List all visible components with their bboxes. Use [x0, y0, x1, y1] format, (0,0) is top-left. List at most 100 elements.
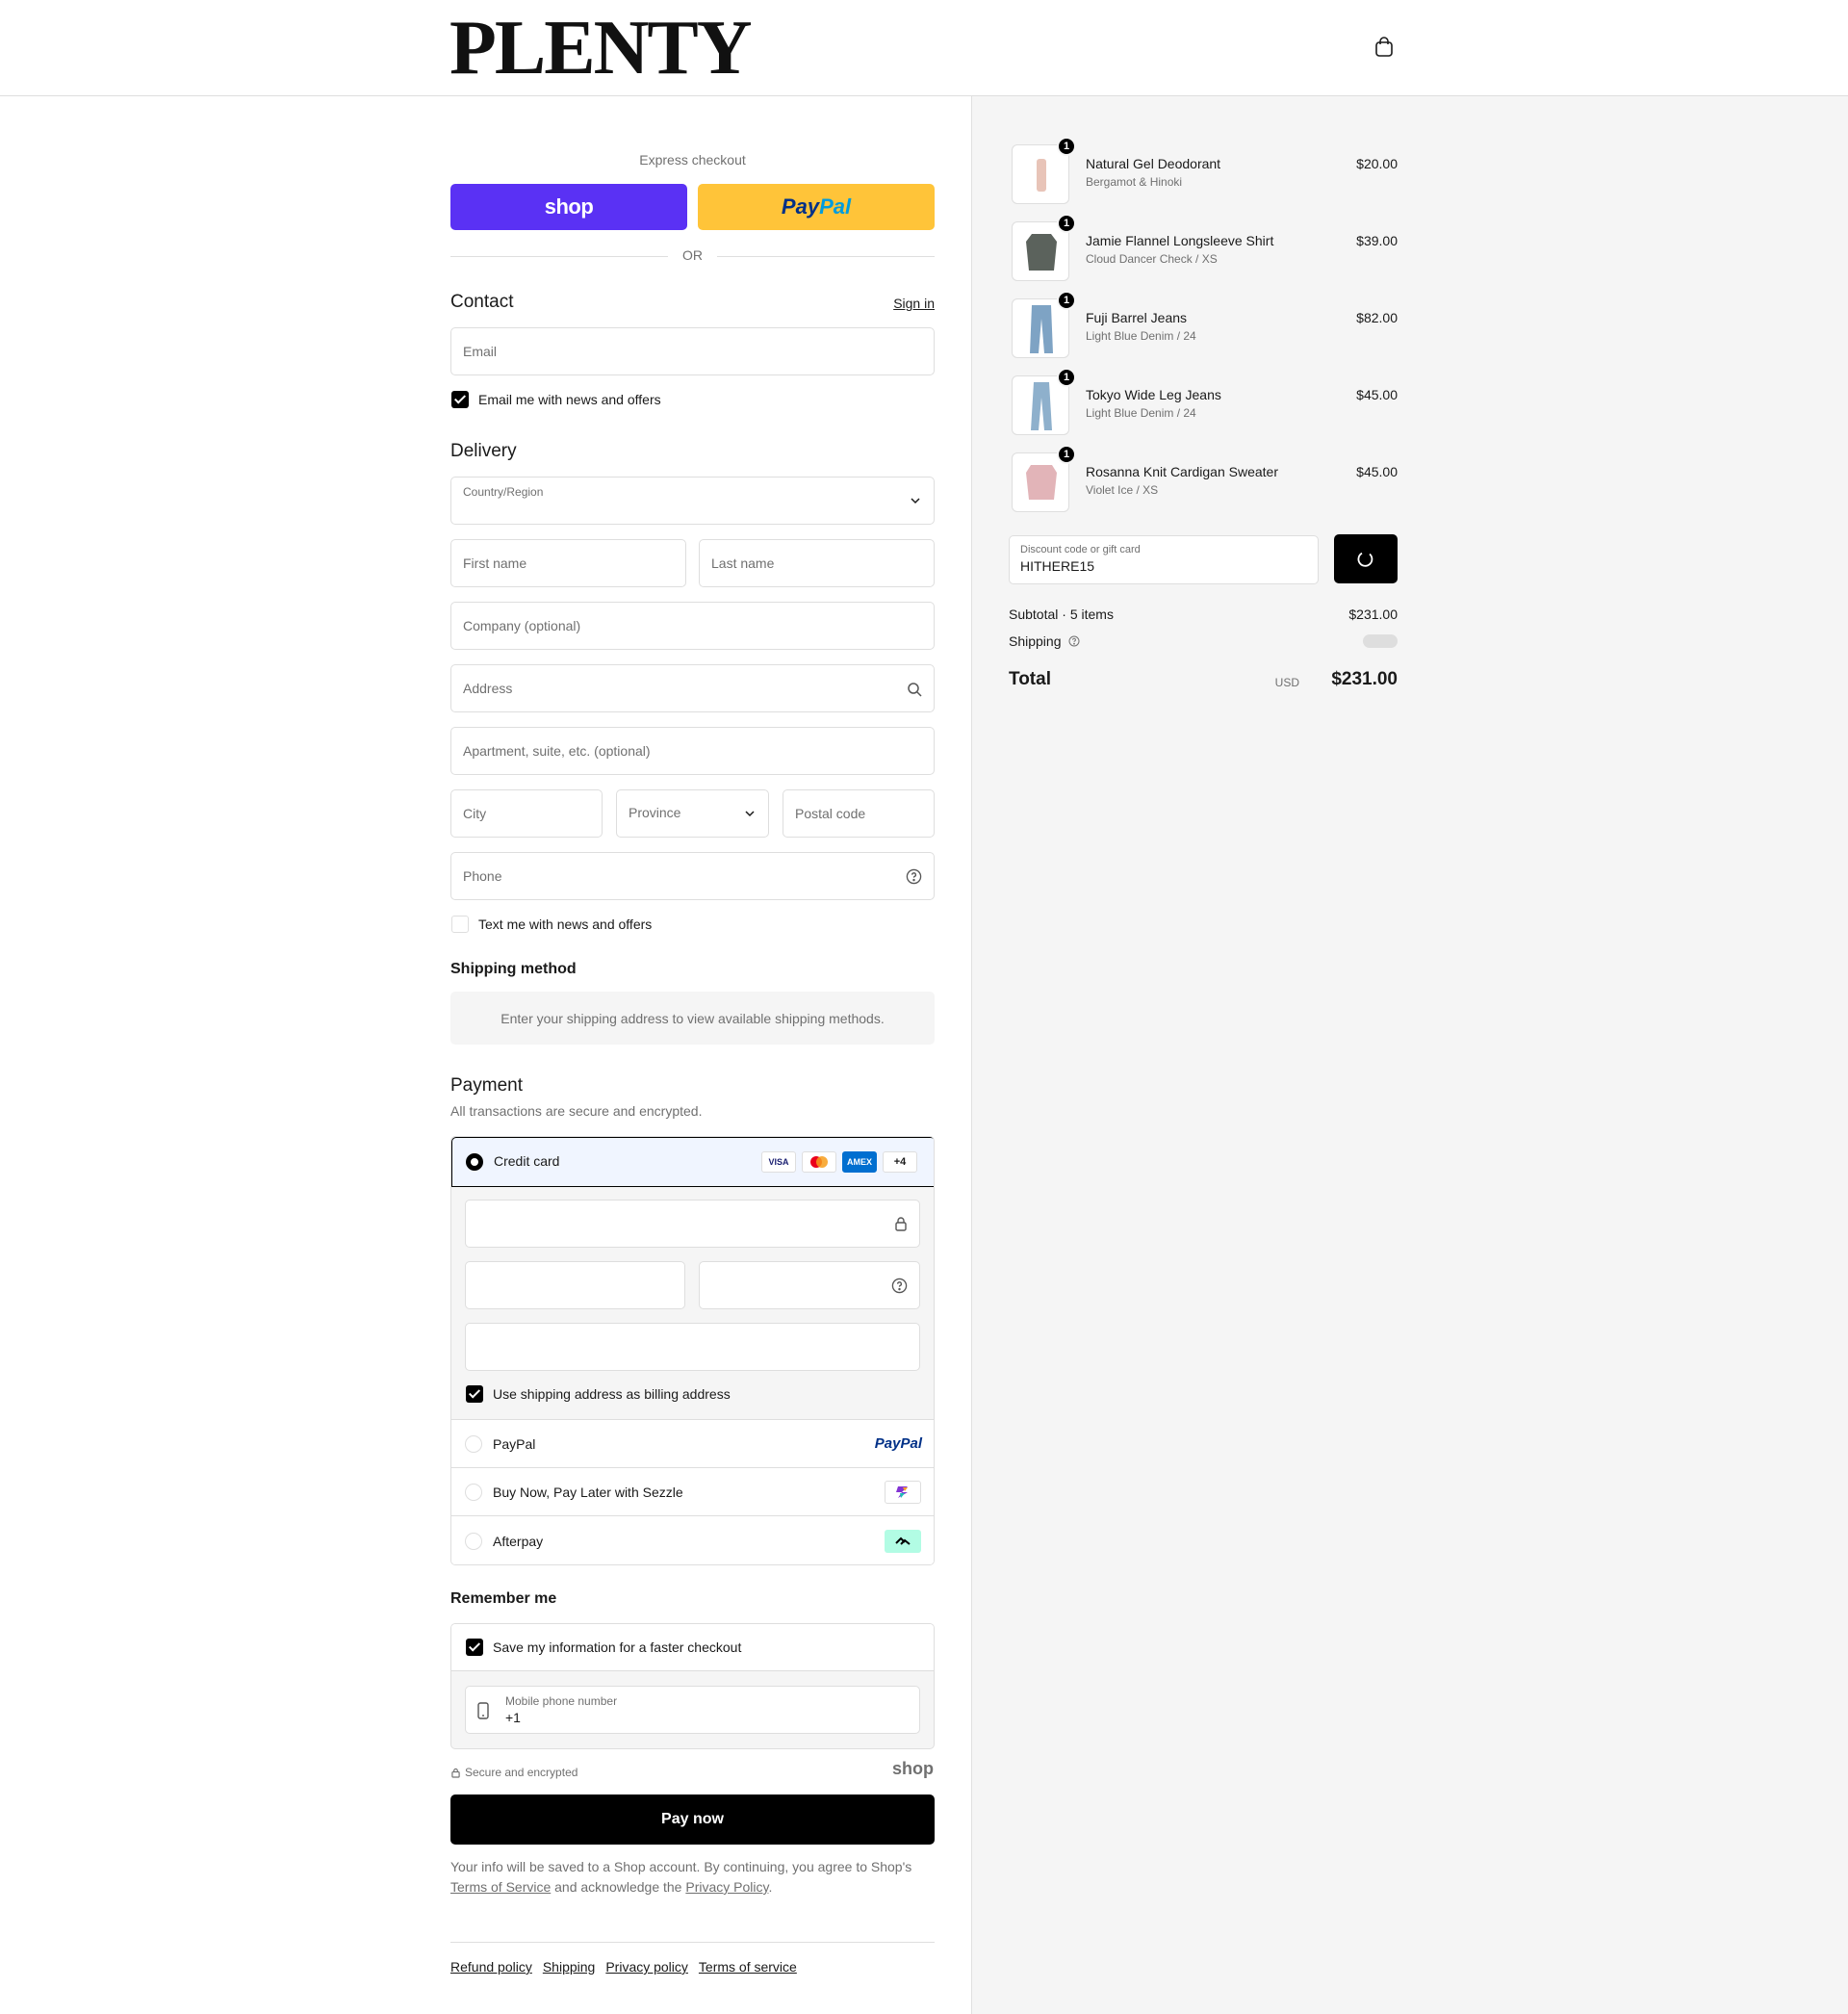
more-cards-badge: +4 — [883, 1151, 917, 1173]
save-info-row[interactable]: Save my information for a faster checkou… — [451, 1624, 934, 1671]
pay-now-button[interactable]: Pay now — [450, 1795, 935, 1845]
remember-me-box: Save my information for a faster checkou… — [450, 1623, 935, 1749]
sezzle-radio[interactable] — [465, 1484, 482, 1501]
item-price: $39.00 — [1356, 233, 1398, 248]
paypal-button[interactable]: Pay Pal — [698, 184, 935, 230]
quantity-badge: 1 — [1057, 137, 1076, 156]
quantity-badge: 1 — [1057, 291, 1076, 310]
shipping-policy-link[interactable]: Shipping — [543, 1959, 596, 1975]
help-circle-icon[interactable] — [1068, 635, 1080, 647]
name-on-card-field[interactable] — [465, 1323, 920, 1371]
chevron-down-icon — [745, 811, 755, 817]
paypal-option-label: PayPal — [493, 1436, 536, 1452]
help-circle-icon[interactable] — [906, 868, 922, 885]
subtotal-row: Subtotal · 5 items $231.00 — [1009, 607, 1398, 622]
shipping-label: Shipping — [1009, 633, 1062, 649]
discount-label: Discount code or gift card — [1020, 544, 1141, 555]
product-swatch — [1031, 382, 1052, 430]
shipping-method-heading: Shipping method — [450, 961, 577, 977]
province-placeholder: Province — [629, 805, 681, 820]
delivery-heading: Delivery — [450, 441, 517, 461]
terms-of-service-link[interactable]: Terms of service — [699, 1959, 797, 1975]
email-field[interactable]: Email — [450, 327, 935, 375]
credit-card-label: Credit card — [494, 1153, 560, 1169]
paypal-option[interactable]: PayPal PayPal — [451, 1420, 934, 1468]
store-logo[interactable]: PLENTY — [449, 8, 752, 89]
paypal-logo: PayPal — [874, 1435, 922, 1452]
last-name-field[interactable]: Last name — [699, 539, 935, 587]
or-divider-label: OR — [682, 247, 703, 263]
afterpay-option[interactable]: Afterpay — [451, 1516, 934, 1564]
currency-code: USD — [1274, 676, 1299, 689]
help-circle-icon[interactable] — [891, 1278, 908, 1294]
shop-pay-button[interactable]: shop — [450, 184, 687, 230]
credit-card-radio[interactable] — [466, 1153, 483, 1171]
site-header: PLENTY — [0, 0, 1848, 96]
billing-address-label: Use shipping address as billing address — [493, 1386, 731, 1402]
afterpay-logo-icon — [885, 1530, 921, 1553]
billing-address-checkbox[interactable] — [466, 1385, 483, 1403]
total-label: Total — [1009, 669, 1051, 689]
shipping-method-notice: Enter your shipping address to view avai… — [450, 992, 935, 1045]
shop-terms-of-service-link[interactable]: Terms of Service — [450, 1879, 551, 1895]
email-placeholder: Email — [463, 344, 498, 359]
quantity-badge: 1 — [1057, 368, 1076, 387]
city-field[interactable]: City — [450, 789, 603, 838]
text-news-checkbox[interactable] — [451, 916, 469, 933]
company-field[interactable]: Company (optional) — [450, 602, 935, 650]
shopping-bag-icon[interactable] — [1374, 37, 1394, 58]
expiration-date-field[interactable] — [465, 1261, 685, 1309]
item-variant: Light Blue Denim / 24 — [1086, 406, 1196, 420]
last-name-placeholder: Last name — [711, 555, 775, 571]
terms-text-part3: . — [768, 1879, 773, 1895]
card-number-field[interactable] — [465, 1200, 920, 1248]
address-field[interactable]: Address — [450, 664, 935, 712]
apartment-field[interactable]: Apartment, suite, etc. (optional) — [450, 727, 935, 775]
credit-card-option[interactable]: Credit card VISA AMEX +4 — [451, 1137, 934, 1187]
sezzle-option[interactable]: Buy Now, Pay Later with Sezzle — [451, 1468, 934, 1516]
total-value: $231.00 — [1331, 669, 1398, 689]
contact-heading: Contact — [450, 292, 514, 312]
payment-methods: Credit card VISA AMEX +4 Use shipping ad… — [450, 1136, 935, 1565]
save-info-checkbox[interactable] — [466, 1639, 483, 1656]
lock-icon — [451, 1768, 460, 1778]
mobile-phone-icon — [477, 1702, 489, 1719]
item-name: Fuji Barrel Jeans — [1086, 310, 1188, 325]
first-name-placeholder: First name — [463, 555, 527, 571]
remember-me-heading: Remember me — [450, 1590, 557, 1607]
secure-encrypted-label: Secure and encrypted — [465, 1766, 578, 1779]
refund-policy-link[interactable]: Refund policy — [450, 1959, 532, 1975]
paypal-radio[interactable] — [465, 1435, 482, 1453]
postal-code-field[interactable]: Postal code — [783, 789, 935, 838]
sezzle-option-label: Buy Now, Pay Later with Sezzle — [493, 1485, 683, 1500]
save-info-label: Save my information for a faster checkou… — [493, 1640, 742, 1655]
cart-item: 1 Natural Gel Deodorant Bergamot & Hinok… — [1009, 137, 1398, 204]
credit-card-form: Use shipping address as billing address — [451, 1187, 934, 1420]
payment-subtitle: All transactions are secure and encrypte… — [450, 1103, 703, 1119]
discount-value: HITHERE15 — [1020, 558, 1095, 574]
total-row: Total $231.00 USD — [1009, 669, 1398, 690]
first-name-field[interactable]: First name — [450, 539, 686, 587]
afterpay-radio[interactable] — [465, 1533, 482, 1550]
item-name: Jamie Flannel Longsleeve Shirt — [1086, 233, 1274, 248]
discount-code-field[interactable]: Discount code or gift card HITHERE15 — [1009, 535, 1319, 584]
quantity-badge: 1 — [1057, 445, 1076, 464]
subtotal-label: Subtotal · 5 items — [1009, 607, 1114, 622]
product-swatch — [1030, 305, 1053, 353]
shop-privacy-policy-link[interactable]: Privacy Policy — [685, 1879, 768, 1895]
email-news-label: Email me with news and offers — [478, 392, 661, 407]
shop-terms-text: Your info will be saved to a Shop accoun… — [450, 1857, 935, 1898]
apply-discount-button[interactable] — [1334, 534, 1398, 583]
country-select[interactable]: Country/Region — [450, 477, 935, 525]
phone-field[interactable]: Phone — [450, 852, 935, 900]
province-select[interactable]: Province — [616, 789, 769, 838]
email-news-checkbox[interactable] — [451, 391, 469, 408]
item-price: $45.00 — [1356, 464, 1398, 479]
item-variant: Light Blue Denim / 24 — [1086, 329, 1196, 343]
product-swatch — [1026, 234, 1057, 271]
mobile-phone-field[interactable]: Mobile phone number +1 — [465, 1686, 920, 1734]
sign-in-link[interactable]: Sign in — [893, 296, 935, 311]
payment-heading: Payment — [450, 1075, 523, 1096]
security-code-field[interactable] — [699, 1261, 920, 1309]
privacy-policy-link[interactable]: Privacy policy — [605, 1959, 688, 1975]
